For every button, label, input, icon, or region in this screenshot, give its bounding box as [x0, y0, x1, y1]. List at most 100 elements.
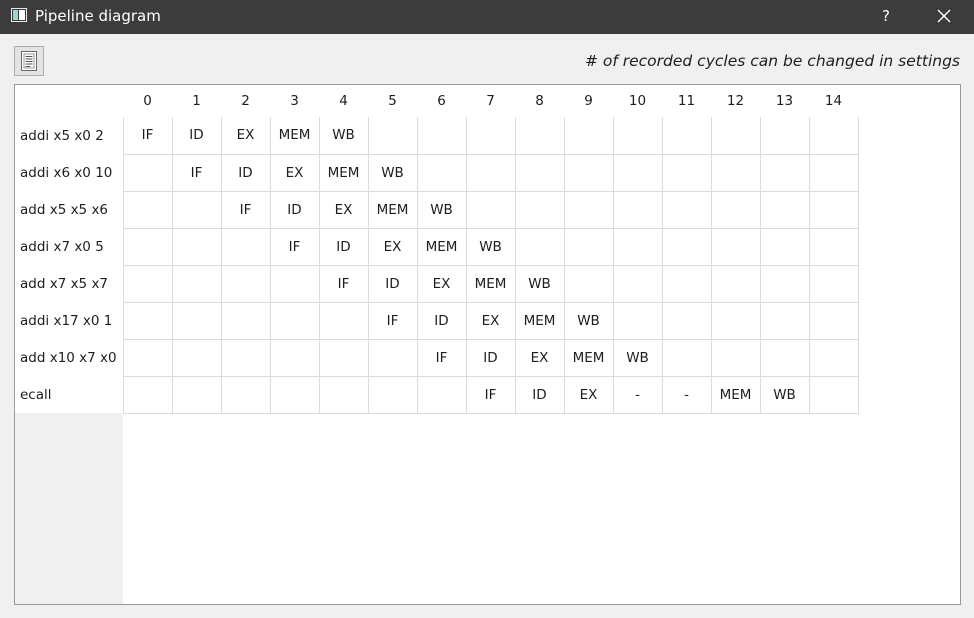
stage-cell[interactable] [613, 265, 663, 303]
stage-cell[interactable]: ID [466, 339, 516, 377]
stage-cell[interactable]: WB [564, 302, 614, 340]
stage-cell[interactable]: WB [613, 339, 663, 377]
cycle-header[interactable]: 4 [319, 85, 368, 117]
instruction-label[interactable]: add x10 x7 x0 [15, 339, 123, 376]
stage-cell[interactable] [809, 117, 859, 155]
stage-cell[interactable] [172, 339, 222, 377]
instruction-label[interactable]: addi x7 x0 5 [15, 228, 123, 265]
stage-cell[interactable] [711, 228, 761, 266]
stage-cell[interactable]: IF [172, 154, 222, 192]
stage-cell[interactable] [122, 154, 173, 192]
stage-cell[interactable]: ID [368, 265, 418, 303]
stage-cell[interactable]: IF [368, 302, 418, 340]
stage-cell[interactable]: - [613, 376, 663, 414]
stage-cell[interactable] [711, 154, 761, 192]
stage-cell[interactable] [711, 339, 761, 377]
stage-cell[interactable] [122, 339, 173, 377]
stage-cell[interactable]: ID [319, 228, 369, 266]
cycle-header[interactable]: 13 [760, 85, 809, 117]
stage-cell[interactable] [613, 228, 663, 266]
stage-cell[interactable] [221, 228, 271, 266]
stage-cell[interactable] [122, 228, 173, 266]
stage-cell[interactable] [417, 376, 467, 414]
stage-cell[interactable] [515, 228, 565, 266]
stage-cell[interactable]: WB [466, 228, 516, 266]
stage-cell[interactable] [613, 154, 663, 192]
stage-cell[interactable]: EX [270, 154, 320, 192]
cycle-header[interactable]: 9 [564, 85, 613, 117]
cycle-header[interactable]: 10 [613, 85, 662, 117]
stage-cell[interactable]: ID [221, 154, 271, 192]
pipeline-table[interactable]: 0 1 2 3 4 5 6 7 8 9 10 11 12 13 14 addi x5 x0 2 IF ID EX M… [14, 84, 961, 605]
stage-cell[interactable] [564, 265, 614, 303]
stage-cell[interactable]: IF [319, 265, 369, 303]
stage-cell[interactable] [319, 339, 369, 377]
stage-cell[interactable]: WB [319, 117, 369, 155]
stage-cell[interactable] [221, 339, 271, 377]
stage-cell[interactable]: WB [515, 265, 565, 303]
cycle-header[interactable]: 12 [711, 85, 760, 117]
stage-cell[interactable] [760, 265, 810, 303]
stage-cell[interactable]: ID [515, 376, 565, 414]
stage-cell[interactable] [564, 117, 614, 155]
stage-cell[interactable] [515, 154, 565, 192]
stage-cell[interactable] [711, 117, 761, 155]
stage-cell[interactable] [662, 265, 712, 303]
cycle-header[interactable]: 6 [417, 85, 466, 117]
cycle-header[interactable]: 3 [270, 85, 319, 117]
stage-cell[interactable] [809, 376, 859, 414]
stage-cell[interactable] [760, 154, 810, 192]
cycle-header[interactable]: 0 [123, 85, 172, 117]
stage-cell[interactable] [760, 117, 810, 155]
export-text-button[interactable] [14, 46, 44, 76]
stage-cell[interactable]: EX [564, 376, 614, 414]
stage-cell[interactable]: IF [417, 339, 467, 377]
stage-cell[interactable] [662, 339, 712, 377]
instruction-label[interactable]: addi x5 x0 2 [15, 117, 123, 154]
stage-cell[interactable]: ID [172, 117, 222, 155]
stage-cell[interactable]: IF [122, 117, 173, 155]
instruction-label[interactable]: add x7 x5 x7 [15, 265, 123, 302]
close-button[interactable] [929, 3, 959, 29]
stage-cell[interactable]: IF [466, 376, 516, 414]
stage-cell[interactable] [319, 376, 369, 414]
stage-cell[interactable] [809, 191, 859, 229]
stage-cell[interactable] [368, 376, 418, 414]
stage-cell[interactable] [172, 265, 222, 303]
stage-cell[interactable] [711, 191, 761, 229]
stage-cell[interactable]: ID [270, 191, 320, 229]
stage-cell[interactable]: WB [760, 376, 810, 414]
stage-cell[interactable] [564, 191, 614, 229]
stage-cell[interactable] [760, 302, 810, 340]
stage-cell[interactable] [417, 117, 467, 155]
stage-cell[interactable] [122, 376, 173, 414]
stage-cell[interactable] [172, 191, 222, 229]
stage-cell[interactable] [662, 154, 712, 192]
stage-cell[interactable]: IF [270, 228, 320, 266]
cycle-header[interactable]: 8 [515, 85, 564, 117]
instruction-label[interactable]: ecall [15, 376, 123, 413]
stage-cell[interactable]: MEM [319, 154, 369, 192]
stage-cell[interactable] [760, 228, 810, 266]
stage-cell[interactable] [564, 228, 614, 266]
stage-cell[interactable]: EX [466, 302, 516, 340]
stage-cell[interactable] [613, 302, 663, 340]
stage-cell[interactable] [122, 302, 173, 340]
stage-cell[interactable] [662, 228, 712, 266]
stage-cell[interactable] [515, 117, 565, 155]
stage-cell[interactable]: EX [319, 191, 369, 229]
stage-cell[interactable] [809, 302, 859, 340]
stage-cell[interactable] [417, 154, 467, 192]
stage-cell[interactable] [466, 117, 516, 155]
stage-cell[interactable] [711, 302, 761, 340]
stage-cell[interactable] [662, 302, 712, 340]
stage-cell[interactable] [172, 302, 222, 340]
stage-cell[interactable] [368, 117, 418, 155]
stage-cell[interactable] [564, 154, 614, 192]
stage-cell[interactable]: MEM [466, 265, 516, 303]
stage-cell[interactable] [270, 302, 320, 340]
cycle-header[interactable]: 14 [809, 85, 858, 117]
instruction-label[interactable]: addi x6 x0 10 [15, 154, 123, 191]
stage-cell[interactable] [122, 265, 173, 303]
instruction-label[interactable]: add x5 x5 x6 [15, 191, 123, 228]
